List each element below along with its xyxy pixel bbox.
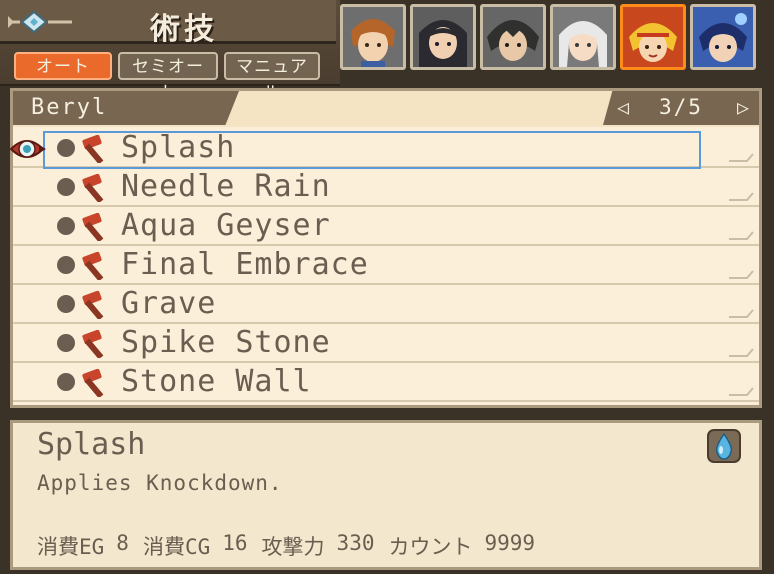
description-text: Applies Knockdown. — [37, 471, 283, 495]
stat-eg-cost: 消費EG 8 — [37, 531, 129, 561]
page-indicator: 3/5 — [659, 95, 703, 119]
stat-value: 9999 — [484, 531, 536, 555]
character-name: Beryl — [31, 95, 108, 120]
stat-value: 8 — [116, 531, 129, 555]
skill-name: Spike Stone — [121, 325, 331, 360]
tab-auto[interactable]: オート — [14, 52, 112, 80]
portrait-char1[interactable] — [340, 4, 406, 70]
row-end-mark — [729, 348, 754, 357]
water-drop-icon — [707, 429, 741, 463]
portrait-char4[interactable] — [550, 4, 616, 70]
hammer-icon — [82, 213, 104, 241]
skill-row[interactable]: Needle Rain — [13, 168, 759, 207]
prev-page-icon[interactable]: ◁ — [617, 95, 629, 119]
skill-row[interactable]: Splash — [13, 129, 759, 169]
description-title: Splash — [37, 427, 146, 462]
skill-slot-dot-icon — [57, 295, 75, 313]
character-portrait-icon — [553, 7, 613, 67]
portrait-char5[interactable] — [620, 4, 686, 70]
portrait-char3[interactable] — [480, 4, 546, 70]
hammer-icon — [82, 330, 104, 358]
character-portrait-icon — [623, 7, 683, 67]
skill-description-panel: Splash Applies Knockdown. 消費EG 8 消費CG 16… — [10, 420, 762, 570]
row-end-mark — [729, 309, 754, 318]
header: 術技 オート セミオート マニュアル — [0, 0, 340, 103]
character-portrait-icon — [343, 7, 403, 67]
skill-name: Aqua Geyser — [121, 208, 331, 243]
character-portrait-icon — [693, 7, 753, 67]
character-name-plate: Beryl — [13, 91, 239, 125]
row-end-mark — [729, 153, 754, 162]
skill-slot-dot-icon — [57, 373, 75, 391]
stat-label: 消費CG — [142, 535, 211, 559]
hammer-icon — [82, 252, 104, 280]
skill-row[interactable]: Grave — [13, 285, 759, 324]
hammer-icon — [82, 135, 104, 163]
skill-list-panel: Beryl ◁ 3/5 ▷ Splash Needle Rain Aqua Ge… — [9, 88, 762, 408]
stat-value: 16 — [222, 531, 248, 555]
skill-stats: 消費EG 8 消費CG 16 攻撃力 330 カウント 9999 — [37, 531, 535, 561]
character-portrait-icon — [483, 7, 543, 67]
row-end-mark — [729, 270, 754, 279]
hammer-icon — [82, 369, 104, 397]
skill-slot-dot-icon — [57, 139, 75, 157]
row-end-mark — [729, 387, 754, 396]
diamond-ornament-icon — [8, 10, 72, 34]
skill-slot-dot-icon — [57, 334, 75, 352]
hammer-icon — [82, 174, 104, 202]
page-title: 術技 — [150, 12, 218, 47]
stat-label: 消費EG — [37, 535, 105, 559]
eye-cursor-icon — [9, 140, 46, 158]
row-end-mark — [729, 231, 754, 240]
row-end-mark — [729, 192, 754, 201]
skill-name: Splash — [121, 130, 236, 165]
character-portrait-icon — [413, 7, 473, 67]
stat-value: 330 — [336, 531, 375, 555]
character-bar: Beryl ◁ 3/5 ▷ — [13, 91, 759, 127]
next-page-icon[interactable]: ▷ — [737, 95, 749, 119]
portrait-char6[interactable] — [690, 4, 756, 70]
stat-label: 攻撃力 — [261, 535, 325, 559]
hammer-icon — [82, 291, 104, 319]
portrait-char2[interactable] — [410, 4, 476, 70]
skill-name: Stone Wall — [121, 364, 312, 399]
title-bar: 術技 — [0, 0, 336, 47]
skill-row[interactable]: Spike Stone — [13, 324, 759, 363]
skill-slot-dot-icon — [57, 217, 75, 235]
skill-menu-screen: 術技 オート セミオート マニュアル — [0, 0, 774, 574]
stat-attack: 攻撃力 330 — [262, 531, 375, 561]
skill-row[interactable]: Stone Wall — [13, 363, 759, 402]
skill-name: Grave — [121, 286, 217, 321]
tab-manual[interactable]: マニュアル — [224, 52, 320, 103]
tab-semi-auto[interactable]: セミオート — [118, 52, 218, 103]
skill-slot-dot-icon — [57, 256, 75, 274]
page-navigator: ◁ 3/5 ▷ — [603, 91, 759, 125]
party-portraits — [336, 0, 774, 76]
stat-cg-cost: 消費CG 16 — [143, 531, 248, 561]
skill-name: Final Embrace — [121, 247, 369, 282]
stat-label: カウント — [388, 535, 473, 559]
skill-row[interactable]: Final Embrace — [13, 246, 759, 285]
skill-name: Needle Rain — [121, 169, 331, 204]
stat-count: カウント 9999 — [388, 531, 535, 561]
skill-list: Splash Needle Rain Aqua Geyser Final Emb… — [13, 129, 759, 402]
mode-tabs: オート セミオート マニュアル — [14, 52, 320, 103]
skill-slot-dot-icon — [57, 178, 75, 196]
skill-row[interactable]: Aqua Geyser — [13, 207, 759, 246]
